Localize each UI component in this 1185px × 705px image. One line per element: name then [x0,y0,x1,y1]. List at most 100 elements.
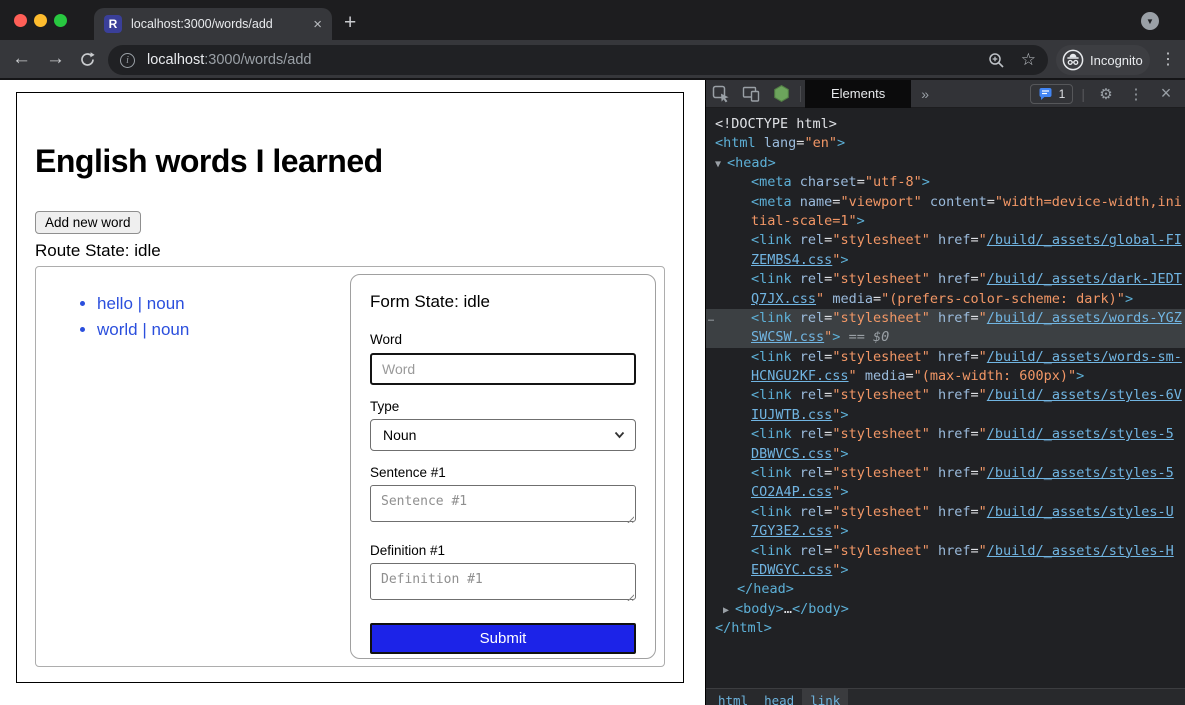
dom-tree-line[interactable]: </html> [706,619,1185,638]
gear-icon[interactable]: ⚙ [1091,80,1121,108]
devtools-close-icon[interactable]: × [1151,80,1181,108]
resource-link[interactable]: /build/_assets/styles-5 [987,426,1174,442]
reload-icon[interactable] [79,40,96,78]
code-token: "utf-8" [865,174,922,190]
resource-link[interactable]: /build/_assets/styles-H [987,543,1174,559]
resource-link[interactable]: /build/_assets/styles-6V [987,387,1182,403]
dom-tree-line[interactable]: 7GY3E2.css"> [706,522,1185,541]
web-page: English words I learned Add new word Rou… [0,80,705,705]
code-token: "(prefers-color-scheme: dark)" [881,291,1125,307]
dom-tree-line[interactable]: ▶ <body>…</body> [706,600,1185,619]
browser-menu-icon[interactable]: ⋮ [1160,40,1176,78]
resource-link[interactable]: /build/_assets/words-sm- [987,349,1182,365]
code-token: href [938,426,971,442]
resource-link[interactable]: SWCSW.css [751,329,824,345]
dom-tree-line[interactable]: <link rel="stylesheet" href="/build/_ass… [706,270,1185,289]
dom-tree-line[interactable]: </head> [706,580,1185,599]
resource-link[interactable]: EDWGYC.css [751,562,832,578]
breadcrumb-item-link[interactable]: link [802,689,848,705]
dom-tree-line[interactable]: SWCSW.css"> == $0 [706,328,1185,347]
close-window-button[interactable] [14,14,27,27]
resource-link[interactable]: IUJWTB.css [751,407,832,423]
dom-tree-line[interactable]: EDWGYC.css"> [706,561,1185,580]
dom-tree-line[interactable]: ZEMBS4.css"> [706,251,1185,270]
dom-tree-line[interactable]: tial-scale=1"> [706,212,1185,231]
dom-tree-line[interactable]: ▼ <head> [706,154,1185,173]
resource-link[interactable]: /build/_assets/words-YGZ [987,310,1182,326]
dom-tree-line[interactable]: <link rel="stylesheet" href="/build/_ass… [706,464,1185,483]
breadcrumb-item-html[interactable]: html [710,689,756,705]
code-token: <link [751,349,800,365]
forward-icon[interactable]: → [46,40,65,78]
route-state-text: Route State: idle [35,241,665,261]
code-token: "stylesheet" [832,310,930,326]
dom-tree-line[interactable]: IUJWTB.css"> [706,406,1185,425]
resource-link[interactable]: /build/_assets/global-FI [987,232,1182,248]
code-token: > [1125,291,1133,307]
code-token: rel [800,271,824,287]
dom-tree-line[interactable]: CO2A4P.css"> [706,483,1185,502]
back-icon[interactable]: ← [12,40,31,78]
dom-tree-line[interactable]: <link rel="stylesheet" href="/build/_ass… [706,231,1185,250]
devtools-panel: Elements » 1 | ⚙ ⋮ × <!DOCTYPE html><htm… [705,80,1185,705]
zoom-icon[interactable] [988,52,1005,69]
resource-link[interactable]: DBWVCS.css [751,446,832,462]
tab-elements[interactable]: Elements [805,80,911,108]
inspect-element-icon[interactable] [706,80,736,108]
devtools-menu-icon[interactable]: ⋮ [1121,80,1151,108]
word-link[interactable]: world | noun [97,320,189,339]
resource-link[interactable]: Q7JX.css [751,291,816,307]
code-token: > [840,446,848,462]
code-token: = [971,387,979,403]
dom-tree-line[interactable]: <html lang="en"> [706,134,1185,153]
fullscreen-window-button[interactable] [54,14,67,27]
word-input[interactable] [370,353,636,385]
resource-link[interactable]: ZEMBS4.css [751,252,832,268]
dom-tree-line[interactable]: <link rel="stylesheet" href="/build/_ass… [706,348,1185,367]
browser-tab[interactable]: R localhost:3000/words/add × [94,8,332,40]
type-select[interactable]: Noun [370,419,636,451]
word-link[interactable]: hello | noun [97,294,185,313]
dom-tree-line[interactable]: <link rel="stylesheet" href="/build/_ass… [706,386,1185,405]
tab-search-icon[interactable]: ▼ [1141,12,1159,30]
code-token: href [938,543,971,559]
tab-close-icon[interactable]: × [313,17,322,32]
dom-tree-line[interactable]: Q7JX.css" media="(prefers-color-scheme: … [706,290,1185,309]
code-token: "stylesheet" [832,504,930,520]
minimize-window-button[interactable] [34,14,47,27]
word-list: hello | noun world | noun [36,291,189,666]
dom-tree-line[interactable]: <link rel="stylesheet" href="/build/_ass… [706,425,1185,444]
code-token: media [832,291,873,307]
add-new-word-button[interactable]: Add new word [35,211,141,234]
dom-tree-line[interactable]: …<link rel="stylesheet" href="/build/_as… [706,309,1185,328]
sentence-textarea[interactable] [370,485,636,522]
resource-link[interactable]: /build/_assets/styles-5 [987,465,1174,481]
issues-counter[interactable]: 1 [1030,84,1074,104]
more-tabs-icon[interactable]: » [921,86,929,102]
dom-tree-line[interactable]: <!DOCTYPE html> [706,115,1185,134]
dom-tree-line[interactable]: <link rel="stylesheet" href="/build/_ass… [706,542,1185,561]
dom-tree-line[interactable]: <link rel="stylesheet" href="/build/_ass… [706,503,1185,522]
resource-link[interactable]: /build/_assets/styles-U [987,504,1174,520]
code-token: " [849,368,857,384]
bookmark-star-icon[interactable]: ☆ [1021,50,1036,70]
nodejs-extension-icon[interactable] [766,80,796,108]
code-token: href [938,271,971,287]
resource-link[interactable]: HCNGU2KF.css [751,368,849,384]
resource-link[interactable]: CO2A4P.css [751,484,832,500]
address-bar[interactable]: i localhost:3000/words/add ☆ [108,45,1048,75]
dom-tree-line[interactable]: <meta charset="utf-8"> [706,173,1185,192]
dom-tree-line[interactable]: <meta name="viewport" content="width=dev… [706,193,1185,212]
new-tab-button[interactable]: + [344,12,356,33]
site-info-icon[interactable]: i [120,53,135,68]
breadcrumb-item-head[interactable]: head [756,689,802,705]
resource-link[interactable]: 7GY3E2.css [751,523,832,539]
device-toolbar-icon[interactable] [736,80,766,108]
dom-tree-line[interactable]: DBWVCS.css"> [706,445,1185,464]
remix-favicon-icon: R [104,15,122,33]
submit-button[interactable]: Submit [370,623,636,654]
code-token: … [784,601,792,617]
definition-textarea[interactable] [370,563,636,600]
dom-tree-line[interactable]: HCNGU2KF.css" media="(max-width: 600px)"… [706,367,1185,386]
resource-link[interactable]: /build/_assets/dark-JEDT [987,271,1182,287]
